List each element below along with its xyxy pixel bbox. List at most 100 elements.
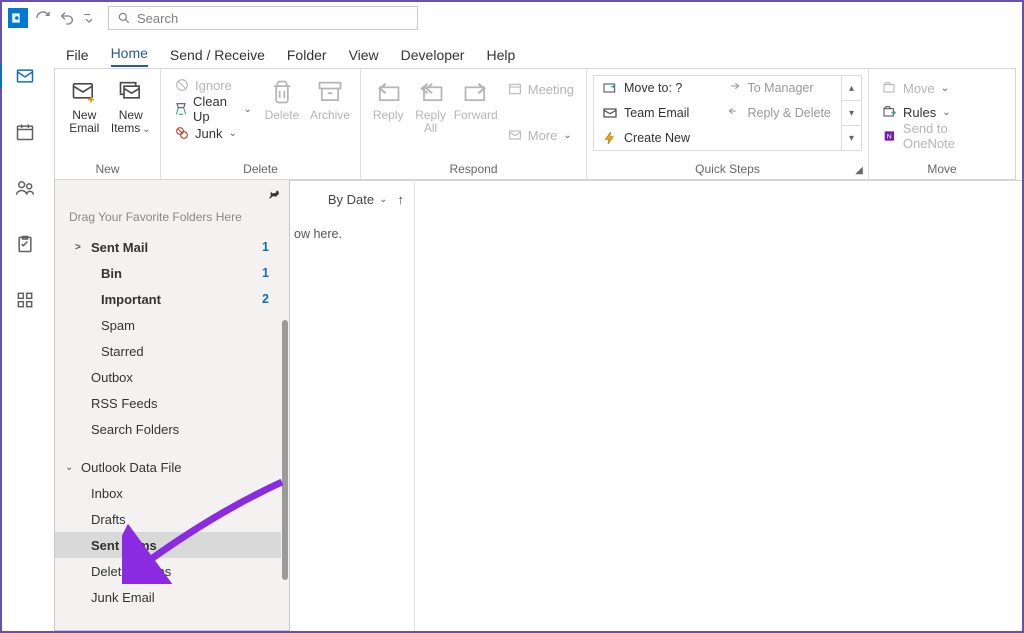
reply-button[interactable]: Reply xyxy=(369,73,407,122)
outlook-logo-icon xyxy=(8,8,28,28)
folder-node-sent-mail[interactable]: >Sent Mail1 xyxy=(55,234,281,260)
svg-text:N: N xyxy=(887,134,892,141)
quickstep-to-manager[interactable]: To Manager xyxy=(718,76,842,101)
chevron-down-icon: ⌄ xyxy=(379,194,387,205)
archive-button[interactable]: Archive xyxy=(308,73,352,122)
reading-pane xyxy=(414,180,1022,631)
lightning-icon xyxy=(602,130,618,146)
folder-scrollbar[interactable] xyxy=(282,320,288,580)
folder-node-important[interactable]: Important2 xyxy=(55,286,281,312)
undo-icon[interactable] xyxy=(58,9,76,27)
ribbon: New Email New Items⌄ New Ignore xyxy=(54,68,1016,180)
search-placeholder: Search xyxy=(137,11,178,26)
folder-node-starred[interactable]: Starred xyxy=(55,338,281,364)
tab-view[interactable]: View xyxy=(349,41,379,67)
group-move-label: Move xyxy=(869,161,1015,179)
reply-icon xyxy=(373,77,403,107)
team-email-icon xyxy=(602,105,618,121)
delete-button[interactable]: Delete xyxy=(260,73,304,122)
qat-customize-icon[interactable] xyxy=(82,9,96,27)
clean-up-button[interactable]: Clean Up⌄ xyxy=(169,97,256,121)
chevron-down-icon: ⌄ xyxy=(65,462,77,473)
new-items-icon xyxy=(116,77,146,107)
ignore-icon xyxy=(173,76,191,94)
tasks-rail-button[interactable] xyxy=(11,230,39,258)
move-button[interactable]: Move⌄ xyxy=(877,77,1007,99)
rules-icon xyxy=(881,103,899,121)
folder-node-inbox[interactable]: Inbox xyxy=(55,480,281,506)
quick-steps-scroll[interactable]: ▴ ▾ ▾ xyxy=(841,76,861,150)
folder-node-outbox[interactable]: Outbox xyxy=(55,364,281,390)
people-rail-button[interactable] xyxy=(11,174,39,202)
more-icon xyxy=(506,126,524,144)
folder-heading-outlook-data-file[interactable]: ⌄ Outlook Data File xyxy=(55,454,281,480)
to-manager-icon xyxy=(726,80,742,96)
favorites-hint: Drag Your Favorite Folders Here xyxy=(55,180,289,234)
tab-developer[interactable]: Developer xyxy=(401,41,465,67)
calendar-rail-button[interactable] xyxy=(11,118,39,146)
group-delete: Ignore Clean Up⌄ Junk⌄ Delete xyxy=(161,69,361,179)
quickstep-create-new[interactable]: Create New xyxy=(594,125,718,150)
title-bar: Search xyxy=(2,2,1022,34)
search-icon xyxy=(117,11,131,25)
quickstep-move-to[interactable]: Move to: ? xyxy=(594,76,718,101)
onenote-icon: N xyxy=(881,127,899,145)
tab-help[interactable]: Help xyxy=(486,41,515,67)
ribbon-tabs: File Home Send / Receive Folder View Dev… xyxy=(48,34,1022,68)
folder-node-junk-email[interactable]: Junk Email xyxy=(55,584,281,610)
pin-icon[interactable] xyxy=(265,186,281,205)
group-move: Move⌄ Rules⌄ N Send to OneNote Move xyxy=(869,69,1015,179)
folder-node-bin[interactable]: Bin1 xyxy=(55,260,281,286)
quickstep-reply-delete[interactable]: Reply & Delete xyxy=(718,101,842,126)
tab-folder[interactable]: Folder xyxy=(287,41,327,67)
qs-expand[interactable]: ▾ xyxy=(842,126,861,150)
sort-ascending-icon[interactable]: ↑ xyxy=(398,192,405,207)
folder-node-sent-items[interactable]: Sent Items xyxy=(55,532,281,558)
new-email-button[interactable]: New Email xyxy=(63,73,106,135)
reply-all-button[interactable]: Reply All xyxy=(411,73,449,135)
quick-steps-dialog-launcher[interactable]: ◢ xyxy=(853,164,865,176)
tab-home[interactable]: Home xyxy=(111,39,148,67)
rules-button[interactable]: Rules⌄ xyxy=(877,101,1007,123)
group-respond: Reply Reply All Forward Meeting xyxy=(361,69,587,179)
folder-node-spam[interactable]: Spam xyxy=(55,312,281,338)
folder-pane: Drag Your Favorite Folders Here ▲ >Sent … xyxy=(54,180,290,631)
forward-button[interactable]: Forward xyxy=(454,73,498,122)
quick-steps-gallery[interactable]: Move to: ? Team Email Create New xyxy=(593,75,862,151)
qs-scroll-down[interactable]: ▾ xyxy=(842,101,861,126)
new-items-button[interactable]: New Items⌄ xyxy=(110,73,153,135)
folder-list[interactable]: ▲ >Sent Mail1Bin1Important2SpamStarredOu… xyxy=(55,234,289,630)
qs-scroll-up[interactable]: ▴ xyxy=(842,76,861,101)
sort-by-date[interactable]: By Date ⌄ xyxy=(328,192,388,207)
tab-file[interactable]: File xyxy=(66,41,89,67)
folder-node-drafts[interactable]: Drafts xyxy=(55,506,281,532)
quickstep-team-email[interactable]: Team Email xyxy=(594,101,718,126)
folder-node-deleted-items[interactable]: Deleted Items xyxy=(55,558,281,584)
search-input[interactable]: Search xyxy=(108,6,418,30)
new-email-icon xyxy=(69,77,99,107)
group-respond-label: Respond xyxy=(361,161,586,179)
reply-all-icon xyxy=(416,77,446,107)
left-rail xyxy=(2,34,48,631)
below-ribbon: Drag Your Favorite Folders Here ▲ >Sent … xyxy=(48,180,1022,631)
mail-rail-button[interactable] xyxy=(11,62,39,90)
tab-send-receive[interactable]: Send / Receive xyxy=(170,41,265,67)
respond-more-button[interactable]: More⌄ xyxy=(502,123,578,147)
folder-move-icon xyxy=(602,80,618,96)
more-apps-rail-button[interactable] xyxy=(11,286,39,314)
message-list: By Date ⌄ ↑ ow here. xyxy=(290,180,414,631)
meeting-button[interactable]: Meeting xyxy=(502,77,578,101)
clean-up-icon xyxy=(173,100,189,118)
message-list-header: By Date ⌄ ↑ xyxy=(290,181,414,217)
folder-node-rss-feeds[interactable]: RSS Feeds xyxy=(55,390,281,416)
forward-icon xyxy=(461,77,491,107)
reply-delete-icon xyxy=(726,105,742,121)
send-to-onenote-button[interactable]: N Send to OneNote xyxy=(877,125,1007,147)
meeting-icon xyxy=(506,80,524,98)
archive-icon xyxy=(315,77,345,107)
folder-node-search-folders[interactable]: Search Folders xyxy=(55,416,281,442)
sync-icon[interactable] xyxy=(34,9,52,27)
junk-button[interactable]: Junk⌄ xyxy=(169,121,256,145)
content-area: File Home Send / Receive Folder View Dev… xyxy=(48,34,1022,631)
new-email-label: New Email xyxy=(63,109,106,135)
